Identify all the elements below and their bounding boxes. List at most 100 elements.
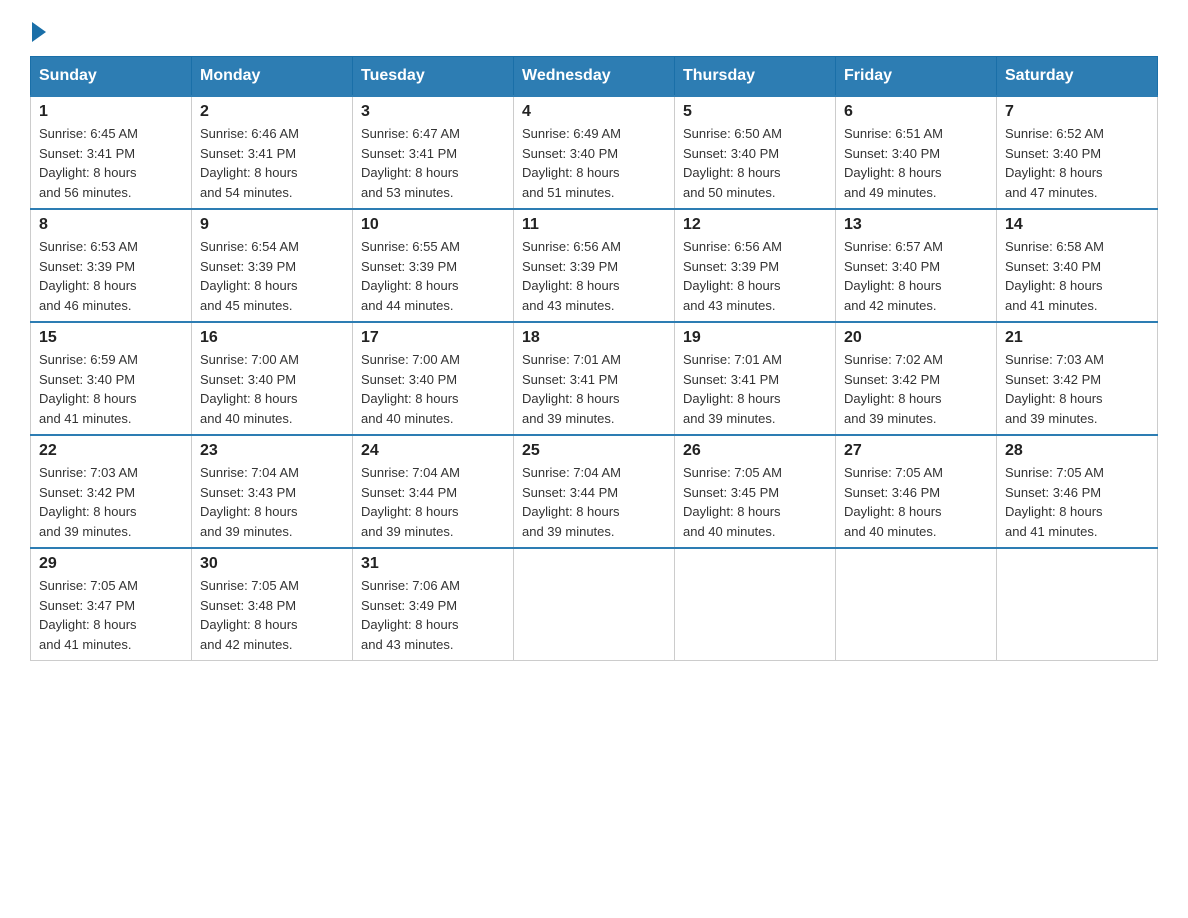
calendar-cell: 7 Sunrise: 6:52 AMSunset: 3:40 PMDaylight…	[997, 96, 1158, 209]
day-info: Sunrise: 6:45 AMSunset: 3:41 PMDaylight:…	[39, 124, 183, 202]
day-info: Sunrise: 6:50 AMSunset: 3:40 PMDaylight:…	[683, 124, 827, 202]
day-info: Sunrise: 7:04 AMSunset: 3:44 PMDaylight:…	[361, 463, 505, 541]
week-row-4: 22 Sunrise: 7:03 AMSunset: 3:42 PMDayligh…	[31, 435, 1158, 548]
week-row-2: 8 Sunrise: 6:53 AMSunset: 3:39 PMDaylight…	[31, 209, 1158, 322]
day-info: Sunrise: 7:05 AMSunset: 3:48 PMDaylight:…	[200, 576, 344, 654]
day-number: 18	[522, 329, 666, 347]
day-info: Sunrise: 7:05 AMSunset: 3:45 PMDaylight:…	[683, 463, 827, 541]
day-info: Sunrise: 7:06 AMSunset: 3:49 PMDaylight:…	[361, 576, 505, 654]
day-info: Sunrise: 6:55 AMSunset: 3:39 PMDaylight:…	[361, 237, 505, 315]
day-info: Sunrise: 7:05 AMSunset: 3:47 PMDaylight:…	[39, 576, 183, 654]
logo	[30, 20, 46, 38]
calendar-cell: 17 Sunrise: 7:00 AMSunset: 3:40 PMDayligh…	[353, 322, 514, 435]
day-number: 9	[200, 216, 344, 234]
day-info: Sunrise: 7:04 AMSunset: 3:43 PMDaylight:…	[200, 463, 344, 541]
calendar-cell: 8 Sunrise: 6:53 AMSunset: 3:39 PMDaylight…	[31, 209, 192, 322]
day-number: 25	[522, 442, 666, 460]
day-number: 5	[683, 103, 827, 121]
day-number: 23	[200, 442, 344, 460]
day-number: 7	[1005, 103, 1149, 121]
day-number: 4	[522, 103, 666, 121]
calendar-cell: 28 Sunrise: 7:05 AMSunset: 3:46 PMDayligh…	[997, 435, 1158, 548]
day-info: Sunrise: 7:05 AMSunset: 3:46 PMDaylight:…	[844, 463, 988, 541]
calendar-cell: 13 Sunrise: 6:57 AMSunset: 3:40 PMDayligh…	[836, 209, 997, 322]
day-info: Sunrise: 6:56 AMSunset: 3:39 PMDaylight:…	[522, 237, 666, 315]
day-number: 13	[844, 216, 988, 234]
day-number: 22	[39, 442, 183, 460]
calendar-cell: 5 Sunrise: 6:50 AMSunset: 3:40 PMDaylight…	[675, 96, 836, 209]
day-number: 16	[200, 329, 344, 347]
day-info: Sunrise: 6:47 AMSunset: 3:41 PMDaylight:…	[361, 124, 505, 202]
week-row-1: 1 Sunrise: 6:45 AMSunset: 3:41 PMDaylight…	[31, 96, 1158, 209]
day-number: 8	[39, 216, 183, 234]
day-info: Sunrise: 6:52 AMSunset: 3:40 PMDaylight:…	[1005, 124, 1149, 202]
calendar-cell: 11 Sunrise: 6:56 AMSunset: 3:39 PMDayligh…	[514, 209, 675, 322]
day-info: Sunrise: 7:03 AMSunset: 3:42 PMDaylight:…	[39, 463, 183, 541]
calendar-cell: 4Sunrise: 6:49 AMSunset: 3:40 PMDaylight…	[514, 96, 675, 209]
day-number: 6	[844, 103, 988, 121]
day-number: 20	[844, 329, 988, 347]
day-number: 26	[683, 442, 827, 460]
day-info: Sunrise: 7:03 AMSunset: 3:42 PMDaylight:…	[1005, 350, 1149, 428]
weekday-header-monday: Monday	[192, 57, 353, 97]
calendar-cell: 21 Sunrise: 7:03 AMSunset: 3:42 PMDayligh…	[997, 322, 1158, 435]
calendar-cell: 24 Sunrise: 7:04 AMSunset: 3:44 PMDayligh…	[353, 435, 514, 548]
day-info: Sunrise: 7:01 AMSunset: 3:41 PMDaylight:…	[522, 350, 666, 428]
day-number: 1	[39, 103, 183, 121]
day-number: 19	[683, 329, 827, 347]
calendar-cell: 2 Sunrise: 6:46 AMSunset: 3:41 PMDaylight…	[192, 96, 353, 209]
calendar-cell: 29 Sunrise: 7:05 AMSunset: 3:47 PMDayligh…	[31, 548, 192, 661]
calendar-cell: 14 Sunrise: 6:58 AMSunset: 3:40 PMDayligh…	[997, 209, 1158, 322]
page-header	[30, 20, 1158, 38]
calendar-cell	[675, 548, 836, 661]
logo-arrow-icon	[32, 22, 46, 42]
day-info: Sunrise: 6:53 AMSunset: 3:39 PMDaylight:…	[39, 237, 183, 315]
weekday-header-wednesday: Wednesday	[514, 57, 675, 97]
weekday-header-thursday: Thursday	[675, 57, 836, 97]
day-number: 27	[844, 442, 988, 460]
calendar-cell: 26 Sunrise: 7:05 AMSunset: 3:45 PMDayligh…	[675, 435, 836, 548]
calendar-cell: 19 Sunrise: 7:01 AMSunset: 3:41 PMDayligh…	[675, 322, 836, 435]
day-info: Sunrise: 6:54 AMSunset: 3:39 PMDaylight:…	[200, 237, 344, 315]
day-number: 24	[361, 442, 505, 460]
day-number: 17	[361, 329, 505, 347]
day-info: Sunrise: 6:58 AMSunset: 3:40 PMDaylight:…	[1005, 237, 1149, 315]
day-number: 10	[361, 216, 505, 234]
day-info: Sunrise: 7:00 AMSunset: 3:40 PMDaylight:…	[361, 350, 505, 428]
week-row-3: 15Sunrise: 6:59 AMSunset: 3:40 PMDayligh…	[31, 322, 1158, 435]
day-info: Sunrise: 7:01 AMSunset: 3:41 PMDaylight:…	[683, 350, 827, 428]
weekday-header-tuesday: Tuesday	[353, 57, 514, 97]
day-info: Sunrise: 7:05 AMSunset: 3:46 PMDaylight:…	[1005, 463, 1149, 541]
calendar-cell: 15Sunrise: 6:59 AMSunset: 3:40 PMDayligh…	[31, 322, 192, 435]
calendar-cell: 1 Sunrise: 6:45 AMSunset: 3:41 PMDaylight…	[31, 96, 192, 209]
calendar-cell: 18 Sunrise: 7:01 AMSunset: 3:41 PMDayligh…	[514, 322, 675, 435]
calendar-cell: 6 Sunrise: 6:51 AMSunset: 3:40 PMDaylight…	[836, 96, 997, 209]
weekday-header-friday: Friday	[836, 57, 997, 97]
day-number: 31	[361, 555, 505, 573]
day-number: 14	[1005, 216, 1149, 234]
calendar-cell	[836, 548, 997, 661]
calendar-cell	[514, 548, 675, 661]
day-number: 28	[1005, 442, 1149, 460]
calendar-cell: 23 Sunrise: 7:04 AMSunset: 3:43 PMDayligh…	[192, 435, 353, 548]
weekday-header-saturday: Saturday	[997, 57, 1158, 97]
day-number: 11	[522, 216, 666, 234]
day-number: 2	[200, 103, 344, 121]
day-number: 15	[39, 329, 183, 347]
day-info: Sunrise: 6:51 AMSunset: 3:40 PMDaylight:…	[844, 124, 988, 202]
calendar-cell: 10 Sunrise: 6:55 AMSunset: 3:39 PMDayligh…	[353, 209, 514, 322]
weekday-header-row: SundayMondayTuesdayWednesdayThursdayFrid…	[31, 57, 1158, 97]
calendar-cell: 3Sunrise: 6:47 AMSunset: 3:41 PMDaylight…	[353, 96, 514, 209]
day-info: Sunrise: 6:57 AMSunset: 3:40 PMDaylight:…	[844, 237, 988, 315]
day-number: 29	[39, 555, 183, 573]
calendar-table: SundayMondayTuesdayWednesdayThursdayFrid…	[30, 56, 1158, 661]
day-number: 21	[1005, 329, 1149, 347]
weekday-header-sunday: Sunday	[31, 57, 192, 97]
day-info: Sunrise: 6:56 AMSunset: 3:39 PMDaylight:…	[683, 237, 827, 315]
calendar-cell: 25 Sunrise: 7:04 AMSunset: 3:44 PMDayligh…	[514, 435, 675, 548]
day-number: 30	[200, 555, 344, 573]
day-info: Sunrise: 6:46 AMSunset: 3:41 PMDaylight:…	[200, 124, 344, 202]
calendar-cell: 20Sunrise: 7:02 AMSunset: 3:42 PMDayligh…	[836, 322, 997, 435]
calendar-cell: 16Sunrise: 7:00 AMSunset: 3:40 PMDayligh…	[192, 322, 353, 435]
day-info: Sunrise: 7:04 AMSunset: 3:44 PMDaylight:…	[522, 463, 666, 541]
